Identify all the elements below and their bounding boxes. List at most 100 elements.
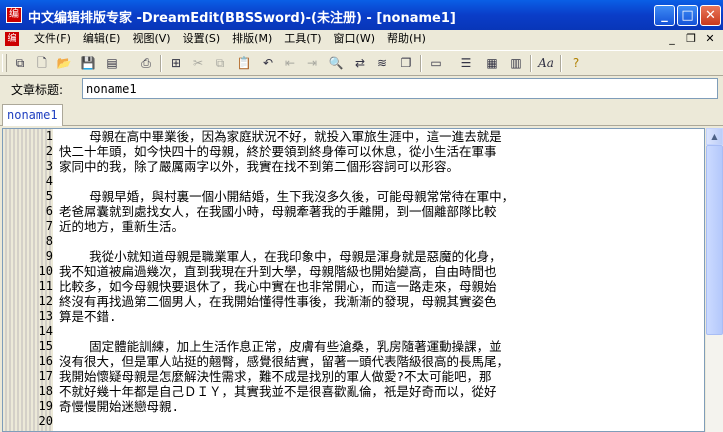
scrollbar-thumb[interactable]	[706, 145, 723, 335]
menu-settings[interactable]: 设置(S)	[177, 31, 227, 47]
line-text: 我不知道被扁過幾次，直到我現在升到大學，母親階級也開始變高，自由時間也	[59, 264, 497, 279]
line-number: 20	[38, 414, 53, 428]
find-icon[interactable]: 🔍	[326, 53, 346, 73]
new-icon[interactable]: 🗋	[32, 53, 52, 73]
line-text: 老爸屌囊就到處找女人，在我國小時，母親牽著我的手離開，到一個離部隊比較	[59, 204, 497, 219]
new-template-icon[interactable]: ▤	[102, 53, 122, 73]
toolbar-grip[interactable]	[2, 54, 7, 72]
toolbar: ⧉ 🗋 📂 💾 ▤ ⎙ ⊞ ✂ ⧉ 📋 ↶ ⇤ ⇥ 🔍 ⇄ ≋ ❐ ▭ ☰ ▦ …	[0, 50, 723, 76]
format-icon[interactable]: ☰	[456, 53, 476, 73]
editor-line: 16 沒有很大，但是軍人站挺的翹臀，感覺很結實，留著一頭代表階級很高的長馬尾，	[3, 354, 704, 369]
maximize-button[interactable]: □	[677, 5, 698, 26]
indent-icon[interactable]: ⇥	[302, 53, 322, 73]
editor-line: 18 不就好幾十年都是自己ＤＩＹ，其實我並不是很喜歡亂倫，祇是好奇而以，從好	[3, 384, 704, 399]
window-title: 中文编辑排版专家 -DreamEdit(BBSSword)-(未注册) - [n…	[28, 11, 456, 26]
editor-line: 12 終沒有再找過第二個男人，在我開始懂得性事後，我漸漸的發現，母親其實姿色	[3, 294, 704, 309]
document-icon[interactable]: 编	[5, 32, 19, 46]
line-number: 8	[45, 234, 53, 248]
line-text: 家同中的我，除了嚴厲兩字以外，我實在找不到第二個形容詞可以形容。	[59, 159, 460, 174]
editor-line: 7 近的地方，重新生活。	[3, 219, 704, 234]
font-icon[interactable]: Aa	[536, 53, 556, 73]
line-number: 4	[45, 174, 53, 188]
text-editor[interactable]: 1 母親在高中畢業後，因為家庭狀況不好，就投入軍旅生涯中，這一進去就是 2 快二十年…	[2, 128, 705, 432]
vertical-scrollbar[interactable]: ▲	[706, 128, 723, 432]
editor-line: 13 算是不錯.	[3, 309, 704, 324]
help-icon[interactable]: ?	[566, 53, 586, 73]
line-number: 19	[38, 399, 53, 413]
editor-lines: 1 母親在高中畢業後，因為家庭狀況不好，就投入軍旅生涯中，這一進去就是 2 快二十年…	[3, 129, 704, 429]
editor-line: 11 比較多，如今母親快要退休了，我心中實在也非常開心，而這一路走來，母親始	[3, 279, 704, 294]
toolbar-separator	[530, 55, 532, 72]
editor-line: 15 固定體能訓練，加上生活作息正常，皮膚有些滄桑，乳房隨著運動操課，並	[3, 339, 704, 354]
line-number: 17	[38, 369, 53, 383]
find-next-icon[interactable]: ≋	[372, 53, 392, 73]
paste-special-icon[interactable]: ⊞	[166, 53, 186, 73]
line-number: 6	[45, 204, 53, 218]
undo-icon[interactable]: ↶	[258, 53, 278, 73]
editor-line: 14	[3, 324, 704, 339]
line-text: 比較多，如今母親快要退休了，我心中實在也非常開心，而這一路走來，母親始	[59, 279, 497, 294]
toolbar-separator	[420, 55, 422, 72]
line-number: 16	[38, 354, 53, 368]
editor-line: 10 我不知道被扁過幾次，直到我現在升到大學，母親階級也開始變高，自由時間也	[3, 264, 704, 279]
editor-line: 3 家同中的我，除了嚴厲兩字以外，我實在找不到第二個形容詞可以形容。	[3, 159, 704, 174]
menu-view[interactable]: 视图(V)	[126, 31, 176, 47]
open-icon[interactable]: 📂	[54, 53, 74, 73]
line-text: 母親早婚，與村裏一個小開結婚，生下我沒多久後，可能母親常常待在軍中，	[59, 189, 515, 204]
outdent-icon[interactable]: ⇤	[280, 53, 300, 73]
mdi-minimize-icon[interactable]: _	[664, 31, 680, 46]
document-tab-bar: noname1	[0, 102, 723, 126]
line-number: 1	[45, 129, 53, 143]
line-text: 我開始懷疑母親是怎麼解決性需求，難不成是找別的軍人做愛?不太可能吧，那	[59, 369, 492, 384]
copy-doc-icon[interactable]: ❐	[396, 53, 416, 73]
editor-line: 19 奇慢慢開始迷戀母親.	[3, 399, 704, 414]
editor-line: 17 我開始懷疑母親是怎麼解決性需求，難不成是找別的軍人做愛?不太可能吧，那	[3, 369, 704, 384]
menu-file[interactable]: 文件(F)	[28, 31, 77, 47]
replace-icon[interactable]: ⇄	[350, 53, 370, 73]
line-text: 固定體能訓練，加上生活作息正常，皮膚有些滄桑，乳房隨著運動操課，並	[59, 339, 502, 354]
menu-edit[interactable]: 编辑(E)	[77, 31, 127, 47]
view-icon[interactable]: ▭	[426, 53, 446, 73]
article-title-input[interactable]	[82, 78, 718, 99]
editor-line: 5 母親早婚，與村裏一個小開結婚，生下我沒多久後，可能母親常常待在軍中，	[3, 189, 704, 204]
menu-tools[interactable]: 工具(T)	[278, 31, 327, 47]
copy-icon[interactable]: ⧉	[210, 53, 230, 73]
line-number: 12	[38, 294, 53, 308]
toolbar-separator	[560, 55, 562, 72]
tab-noname1[interactable]: noname1	[2, 104, 63, 126]
minimize-button[interactable]: _	[654, 5, 675, 26]
line-number: 3	[45, 159, 53, 173]
menu-window[interactable]: 窗口(W)	[328, 31, 381, 47]
editor-line: 8	[3, 234, 704, 249]
mdi-close-icon[interactable]: ✕	[702, 31, 718, 46]
mdi-restore-icon[interactable]: ❐	[683, 31, 699, 46]
close-button[interactable]: ✕	[700, 5, 721, 26]
line-number: 2	[45, 144, 53, 158]
line-text: 沒有很大，但是軍人站挺的翹臀，感覺很結實，留著一頭代表階級很高的長馬尾，	[59, 354, 510, 369]
editor-line: 6 老爸屌囊就到處找女人，在我國小時，母親牽著我的手離開，到一個離部隊比較	[3, 204, 704, 219]
save-icon[interactable]: 💾	[78, 53, 98, 73]
editor-line: 1 母親在高中畢業後，因為家庭狀況不好，就投入軍旅生涯中，這一進去就是	[3, 129, 704, 144]
layout-icon[interactable]: ▦	[482, 53, 502, 73]
line-text: 奇慢慢開始迷戀母親.	[59, 399, 180, 414]
scroll-up-icon[interactable]: ▲	[706, 128, 723, 145]
columns-icon[interactable]: ▥	[506, 53, 526, 73]
line-number: 14	[38, 324, 53, 338]
article-title-label: 文章标题:	[11, 83, 64, 97]
menu-layout[interactable]: 排版(M)	[226, 31, 278, 47]
menu-help[interactable]: 帮助(H)	[381, 31, 432, 47]
line-number: 9	[45, 249, 53, 263]
app-logo-icon: 编	[6, 7, 22, 23]
print-icon[interactable]: ⎙	[136, 53, 156, 73]
line-text: 不就好幾十年都是自己ＤＩＹ，其實我並不是很喜歡亂倫，祇是好奇而以，從好	[59, 384, 497, 399]
editor-line: 9 我從小就知道母親是職業軍人，在我印象中，母親是渾身就是惡魔的化身，	[3, 249, 704, 264]
line-number: 18	[38, 384, 53, 398]
editor-line: 2 快二十年頭，如今快四十的母親，終於要領到終身俸可以休息，從小生活在軍事	[3, 144, 704, 159]
line-number: 15	[38, 339, 53, 353]
cut-icon[interactable]: ✂	[188, 53, 208, 73]
copy-format-icon[interactable]: ⧉	[10, 53, 30, 73]
editor-line: 4	[3, 174, 704, 189]
line-number: 13	[38, 309, 53, 323]
toolbar-separator	[160, 55, 162, 72]
paste-icon[interactable]: 📋	[234, 53, 254, 73]
